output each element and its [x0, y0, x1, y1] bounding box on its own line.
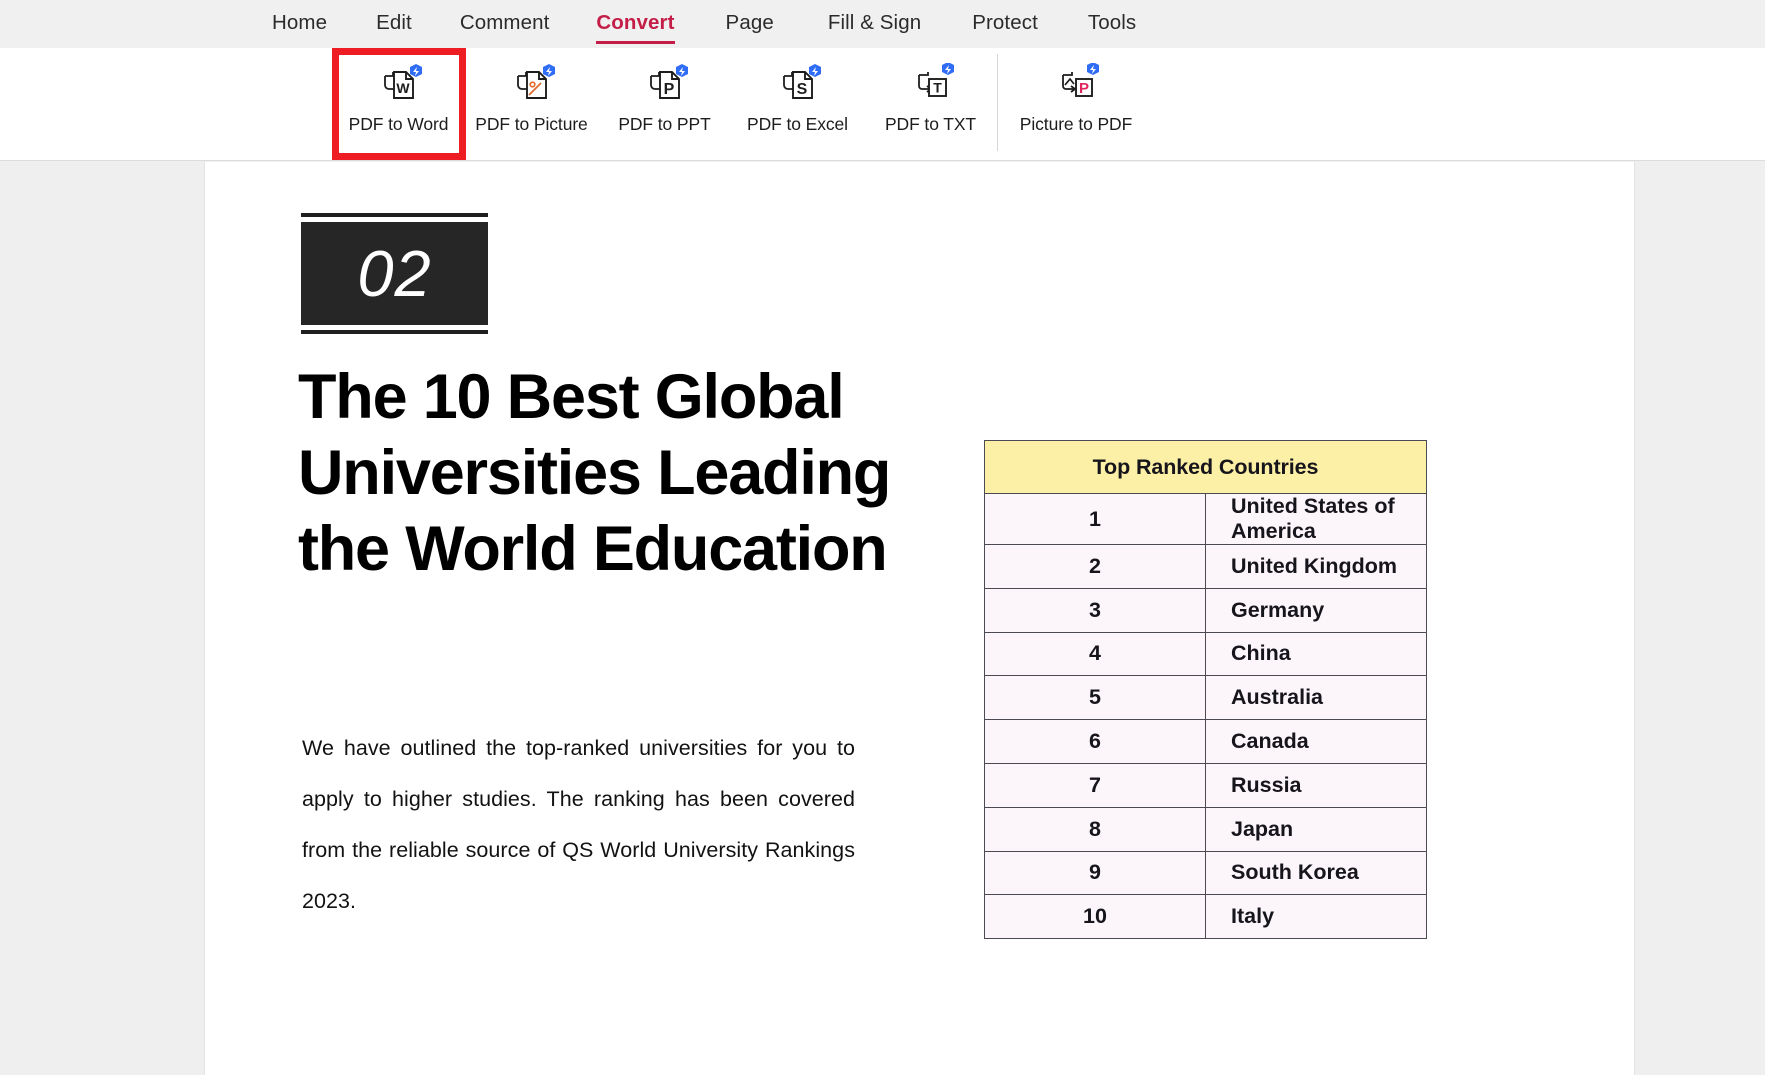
tab-page-label: Page	[726, 11, 774, 34]
tool-pdf-to-excel[interactable]: S PDF to Excel	[731, 48, 864, 160]
table-header-row: Top Ranked Countries	[985, 441, 1427, 494]
badge-bottom-rule	[301, 330, 488, 334]
svg-text:T: T	[933, 80, 942, 96]
tool-pdf-to-ppt-label: PDF to PPT	[618, 114, 710, 135]
rank-cell: 9	[985, 851, 1206, 895]
document-canvas[interactable]: 02 The 10 Best Global Universities Leadi…	[0, 162, 1765, 1075]
tool-pdf-to-picture[interactable]: PDF to Picture	[465, 48, 598, 160]
pdf-page: 02 The 10 Best Global Universities Leadi…	[205, 162, 1634, 1075]
tool-pdf-to-excel-label: PDF to Excel	[747, 114, 848, 135]
tab-convert[interactable]: Convert	[596, 0, 674, 35]
country-cell: Russia	[1206, 763, 1427, 807]
table-row: 8 Japan	[985, 807, 1427, 851]
section-number-text: 02	[357, 241, 431, 306]
rank-cell: 2	[985, 545, 1206, 589]
svg-text:P: P	[1079, 80, 1089, 97]
ribbon-tab-strip: Home Edit Comment Convert Page Fill & Si…	[0, 0, 1765, 48]
table-row: 5 Australia	[985, 676, 1427, 720]
country-cell: Italy	[1206, 895, 1427, 939]
tab-comment[interactable]: Comment	[460, 0, 550, 35]
pdf-to-word-icon: W	[376, 63, 422, 109]
tab-convert-label: Convert	[596, 11, 674, 34]
convert-tool-group: W PDF to Word	[332, 48, 1154, 161]
pdf-to-txt-icon: T	[908, 63, 954, 109]
tool-picture-to-pdf-label: Picture to PDF	[1020, 114, 1132, 135]
svg-text:S: S	[796, 81, 807, 98]
tab-protect-label: Protect	[972, 11, 1038, 34]
pdf-to-excel-icon: S	[775, 63, 821, 109]
country-cell: South Korea	[1206, 851, 1427, 895]
table-row: 3 Germany	[985, 588, 1427, 632]
rank-cell: 5	[985, 676, 1206, 720]
country-cell: Australia	[1206, 676, 1427, 720]
table-header-cell: Top Ranked Countries	[985, 441, 1427, 494]
tool-pdf-to-picture-label: PDF to Picture	[475, 114, 587, 135]
tab-fillsign-label: Fill & Sign	[828, 11, 921, 34]
rank-cell: 1	[985, 494, 1206, 545]
table-row: 7 Russia	[985, 763, 1427, 807]
table-row: 9 South Korea	[985, 851, 1427, 895]
rank-cell: 8	[985, 807, 1206, 851]
tool-pdf-to-txt[interactable]: T PDF to TXT	[864, 48, 997, 160]
tab-edit[interactable]: Edit	[376, 0, 412, 35]
tool-pdf-to-txt-label: PDF to TXT	[885, 114, 976, 135]
table-row: 4 China	[985, 632, 1427, 676]
pdf-editor-window: Home Edit Comment Convert Page Fill & Si…	[0, 0, 1765, 1075]
country-cell: Germany	[1206, 588, 1427, 632]
rank-cell: 7	[985, 763, 1206, 807]
svg-text:W: W	[396, 80, 410, 96]
table-row: 6 Canada	[985, 720, 1427, 764]
pdf-to-ppt-icon: P	[642, 63, 688, 109]
table-row: 1 United States of America	[985, 494, 1427, 545]
section-number-badge: 02	[301, 213, 488, 334]
tool-pdf-to-word-label: PDF to Word	[349, 114, 449, 135]
table-row: 2 United Kingdom	[985, 545, 1427, 589]
tool-picture-to-pdf[interactable]: P Picture to PDF	[998, 48, 1154, 160]
badge-box: 02	[301, 222, 488, 325]
tab-comment-label: Comment	[460, 11, 550, 34]
top-ranked-countries-table: Top Ranked Countries 1 United States of …	[984, 440, 1427, 939]
page-title: The 10 Best Global Universities Leading …	[298, 360, 958, 588]
rank-cell: 6	[985, 720, 1206, 764]
badge-top-rule	[301, 213, 488, 217]
tab-home-label: Home	[272, 11, 327, 34]
country-cell: China	[1206, 632, 1427, 676]
tab-protect[interactable]: Protect	[972, 0, 1038, 35]
tab-fillsign[interactable]: Fill & Sign	[828, 0, 921, 35]
tab-tools-label: Tools	[1088, 11, 1136, 34]
picture-to-pdf-icon: P	[1053, 63, 1099, 109]
table-row: 10 Italy	[985, 895, 1427, 939]
tab-home[interactable]: Home	[272, 0, 327, 35]
tool-pdf-to-ppt[interactable]: P PDF to PPT	[598, 48, 731, 160]
pdf-to-picture-icon	[509, 63, 555, 109]
rank-cell: 4	[985, 632, 1206, 676]
tool-pdf-to-word[interactable]: W PDF to Word	[332, 48, 465, 160]
country-cell: Japan	[1206, 807, 1427, 851]
rank-cell: 10	[985, 895, 1206, 939]
table-body: 1 United States of America 2 United King…	[985, 494, 1427, 939]
country-cell: United Kingdom	[1206, 545, 1427, 589]
rank-cell: 3	[985, 588, 1206, 632]
tab-tools[interactable]: Tools	[1088, 0, 1136, 35]
country-cell: Canada	[1206, 720, 1427, 764]
tab-edit-label: Edit	[376, 11, 412, 34]
convert-toolbar: W PDF to Word	[0, 48, 1765, 161]
intro-paragraph: We have outlined the top-ranked universi…	[302, 723, 855, 927]
active-tab-underline	[596, 41, 674, 45]
tab-page[interactable]: Page	[726, 0, 774, 35]
country-cell: United States of America	[1206, 494, 1427, 545]
svg-text:P: P	[663, 81, 674, 98]
